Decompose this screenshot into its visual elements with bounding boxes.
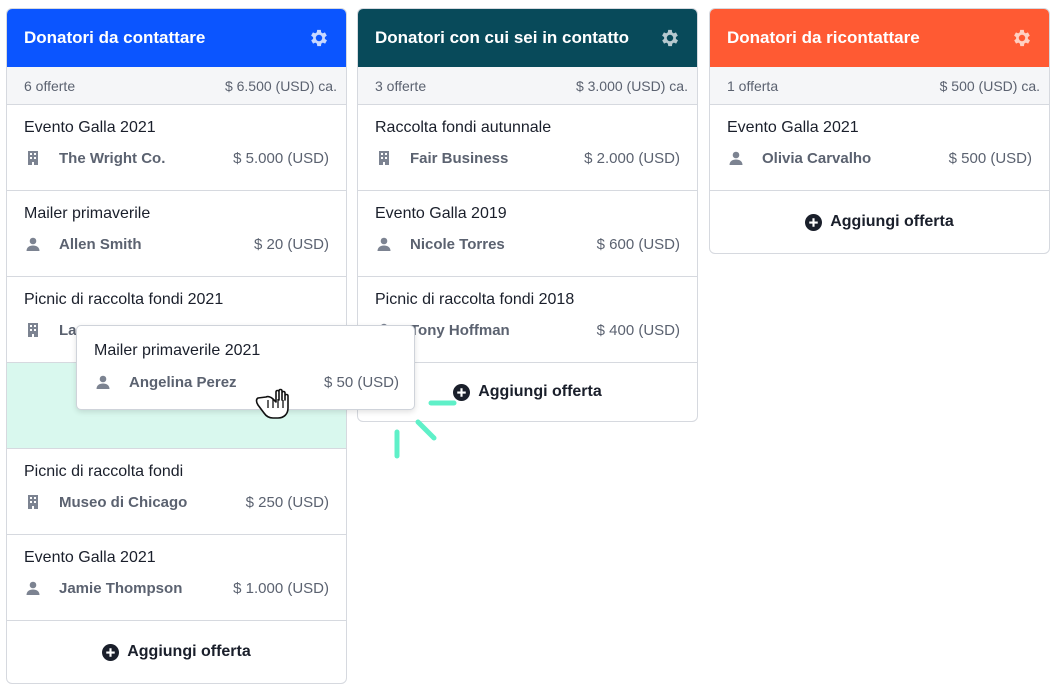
- person-icon: [727, 149, 745, 167]
- deal-contact: La: [59, 321, 77, 339]
- column-title: Donatori da ricontattare: [727, 28, 920, 47]
- deal-contact: Angelina Perez: [129, 373, 237, 391]
- deal-card[interactable]: Raccolta fondi autunnale Fair Business $…: [358, 105, 697, 191]
- spinner-icon: [386, 394, 466, 464]
- gear-icon[interactable]: [659, 27, 681, 49]
- deal-title: Evento Galla 2021: [727, 119, 859, 136]
- column-header: Donatori con cui sei in contatto: [358, 9, 697, 67]
- deal-title: Evento Galla 2019: [375, 205, 507, 222]
- deal-card[interactable]: Picnic di raccolta fondi Museo di Chicag…: [7, 449, 346, 535]
- person-icon: [94, 373, 112, 391]
- deal-title: Mailer primaverile: [24, 205, 151, 222]
- column-summary: 1 offerta $ 500 (USD) ca.: [710, 67, 1049, 105]
- deal-contact: Museo di Chicago: [59, 493, 188, 511]
- column-header: Donatori da contattare: [7, 9, 346, 67]
- gear-icon[interactable]: [1011, 27, 1033, 49]
- deal-card[interactable]: Evento Galla 2021 The Wright Co. $ 5.000…: [7, 105, 346, 191]
- dragging-deal-card[interactable]: Mailer primaverile 2021 Angelina Perez $…: [76, 325, 415, 410]
- person-icon: [24, 235, 42, 253]
- person-icon: [24, 579, 42, 597]
- deal-contact: Nicole Torres: [410, 235, 505, 253]
- add-offer-button[interactable]: Aggiungi offerta: [7, 621, 346, 683]
- deal-amount: $ 250 (USD): [245, 493, 329, 511]
- offer-total: $ 6.500 (USD) ca.: [224, 77, 337, 94]
- deal-amount: $ 2.000 (USD): [584, 149, 680, 167]
- offer-total: $ 3.000 (USD) ca.: [575, 77, 688, 94]
- deal-title: Picnic di raccolta fondi 2021: [24, 291, 224, 308]
- deal-contact: Allen Smith: [59, 235, 142, 253]
- deal-contact: Tony Hoffman: [410, 321, 510, 339]
- plus-circle-icon: [102, 643, 120, 661]
- deal-contact: Jamie Thompson: [59, 579, 183, 597]
- offer-total: $ 500 (USD) ca.: [939, 77, 1040, 94]
- column-title: Donatori da contattare: [24, 28, 206, 47]
- column-title: Donatori con cui sei in contatto: [375, 28, 630, 47]
- deal-amount: $ 600 (USD): [596, 235, 680, 253]
- grab-hand-icon: [252, 384, 292, 420]
- deal-amount: $ 400 (USD): [596, 321, 680, 339]
- deal-title: Evento Galla 2021: [24, 549, 156, 566]
- building-icon: [24, 493, 42, 511]
- offer-count: 1 offerta: [727, 77, 779, 94]
- offer-count: 6 offerte: [24, 77, 76, 94]
- column-header: Donatori da ricontattare: [710, 9, 1049, 67]
- building-icon: [375, 149, 393, 167]
- column-summary: 3 offerte $ 3.000 (USD) ca.: [358, 67, 697, 105]
- deal-contact: Fair Business: [410, 149, 509, 167]
- deal-card[interactable]: Mailer primaverile Allen Smith $ 20 (USD…: [7, 191, 346, 277]
- deal-amount: $ 500 (USD): [948, 149, 1032, 167]
- deal-title: Picnic di raccolta fondi: [24, 463, 184, 480]
- add-offer-label: Aggiungi offerta: [478, 383, 602, 400]
- deal-contact: Olivia Carvalho: [762, 149, 872, 167]
- deal-title: Picnic di raccolta fondi 2018: [375, 291, 575, 308]
- column-donatori-da-ricontattare: Donatori da ricontattare 1 offerta $ 500…: [709, 8, 1050, 254]
- person-icon: [375, 235, 393, 253]
- deal-card[interactable]: Evento Galla 2021 Jamie Thompson $ 1.000…: [7, 535, 346, 621]
- deal-amount: $ 50 (USD): [323, 373, 399, 391]
- offer-count: 3 offerte: [375, 77, 427, 94]
- building-icon: [24, 321, 42, 339]
- deal-title: Evento Galla 2021: [24, 119, 156, 136]
- deal-title: Mailer primaverile 2021: [94, 342, 261, 359]
- gear-icon[interactable]: [308, 27, 330, 49]
- deal-card[interactable]: Evento Galla 2021 Olivia Carvalho $ 500 …: [710, 105, 1049, 191]
- column-summary: 6 offerte $ 6.500 (USD) ca.: [7, 67, 346, 105]
- building-icon: [24, 149, 42, 167]
- add-offer-label: Aggiungi offerta: [127, 643, 251, 660]
- deal-title: Raccolta fondi autunnale: [375, 119, 552, 136]
- deal-contact: The Wright Co.: [59, 149, 166, 167]
- add-offer-button[interactable]: Aggiungi offerta: [710, 191, 1049, 253]
- plus-circle-icon: [805, 213, 823, 231]
- deal-amount: $ 1.000 (USD): [233, 579, 329, 597]
- deal-card[interactable]: Evento Galla 2019 Nicole Torres $ 600 (U…: [358, 191, 697, 277]
- deal-amount: $ 5.000 (USD): [233, 149, 329, 167]
- deal-amount: $ 20 (USD): [253, 235, 329, 253]
- add-offer-label: Aggiungi offerta: [830, 213, 954, 230]
